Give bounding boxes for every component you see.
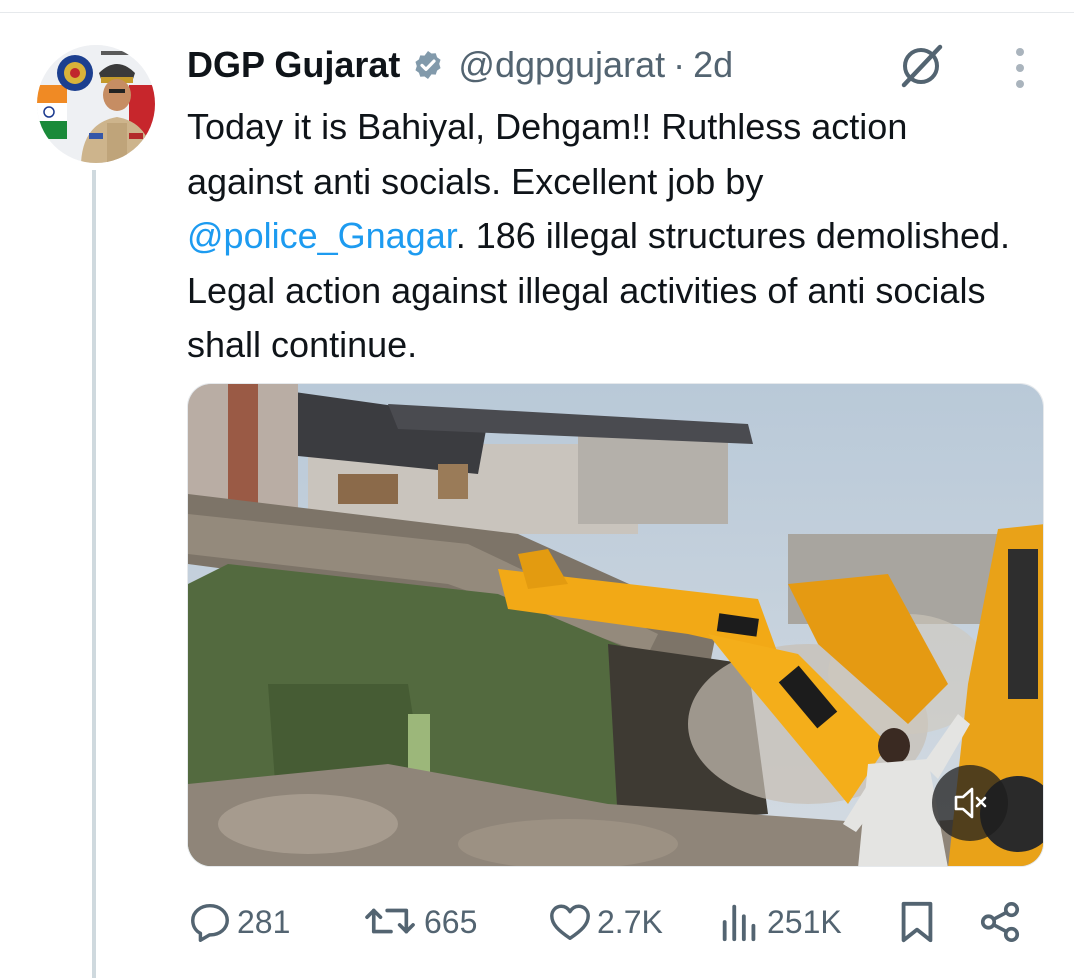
grok-icon <box>901 44 943 88</box>
like-icon <box>550 904 590 941</box>
reply-count: 281 <box>237 903 291 940</box>
reply-icon <box>191 903 229 942</box>
display-name[interactable]: DGP Gujarat <box>187 44 400 86</box>
like-count: 2.7K <box>597 903 663 940</box>
tweet-header: DGP Gujarat @dgpgujarat · 2d <box>187 40 987 90</box>
views-button[interactable]: 251K <box>717 892 842 952</box>
bookmark-button[interactable] <box>897 892 937 952</box>
tweet-text-part-1: Today it is Bahiyal, Dehgam!! Ruthless a… <box>187 106 908 202</box>
tweet-text: Today it is Bahiyal, Dehgam!! Ruthless a… <box>187 100 1027 373</box>
grok-button[interactable] <box>893 38 949 94</box>
more-button[interactable] <box>1000 46 1040 90</box>
share-icon <box>980 901 1020 943</box>
action-bar: 281 665 2.7K 251K <box>187 892 1037 952</box>
avatar[interactable] <box>37 45 155 163</box>
repost-button[interactable]: 665 <box>362 892 477 952</box>
separator-dot: · <box>673 44 686 85</box>
bookmark-icon <box>901 901 933 943</box>
verified-badge-icon <box>412 49 444 81</box>
views-icon <box>722 904 756 942</box>
thread-line <box>92 170 96 978</box>
top-divider <box>0 12 1074 13</box>
avatar-image <box>37 45 155 163</box>
repost-count: 665 <box>424 903 478 940</box>
handle[interactable]: @dgpgujarat <box>458 44 665 86</box>
more-icon <box>1016 48 1024 56</box>
timestamp[interactable]: 2d <box>693 44 733 86</box>
video-frame <box>188 384 1043 866</box>
mute-button[interactable] <box>932 765 1008 841</box>
like-button[interactable]: 2.7K <box>547 892 663 952</box>
mention-link[interactable]: @police_Gnagar <box>187 215 456 256</box>
reply-button[interactable]: 281 <box>187 892 290 952</box>
media-video[interactable] <box>187 383 1044 867</box>
share-button[interactable] <box>977 892 1023 952</box>
views-count: 251K <box>767 903 842 940</box>
repost-icon <box>365 908 415 934</box>
mute-icon <box>954 787 987 819</box>
